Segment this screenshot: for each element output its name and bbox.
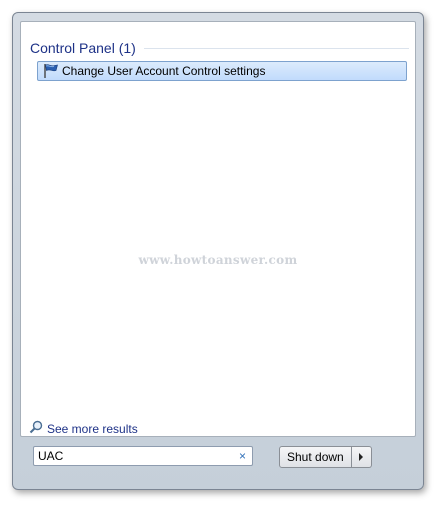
shut-down-options-button[interactable] bbox=[351, 446, 372, 468]
search-input[interactable] bbox=[34, 448, 228, 464]
shut-down-button[interactable]: Shut down bbox=[279, 446, 352, 468]
search-box: × bbox=[33, 446, 253, 466]
section-title[interactable]: Control Panel (1) bbox=[30, 40, 136, 56]
see-more-label: See more results bbox=[47, 422, 138, 436]
uac-flag-icon bbox=[42, 63, 60, 79]
section-divider bbox=[143, 47, 409, 49]
search-icon bbox=[29, 420, 43, 439]
start-menu: Control Panel (1) Change User Account Co… bbox=[12, 12, 424, 490]
power-controls: Shut down bbox=[279, 446, 372, 468]
result-item-uac-settings[interactable]: Change User Account Control settings bbox=[37, 61, 407, 81]
search-results-panel: Control Panel (1) Change User Account Co… bbox=[20, 21, 416, 437]
see-more-results-link[interactable]: See more results bbox=[29, 420, 138, 438]
watermark: www.howtoanswer.com bbox=[138, 253, 298, 267]
result-item-label: Change User Account Control settings bbox=[62, 64, 266, 78]
results-section-header: Control Panel (1) bbox=[30, 38, 409, 58]
chevron-right-icon bbox=[359, 453, 364, 461]
clear-icon[interactable]: × bbox=[239, 448, 246, 464]
